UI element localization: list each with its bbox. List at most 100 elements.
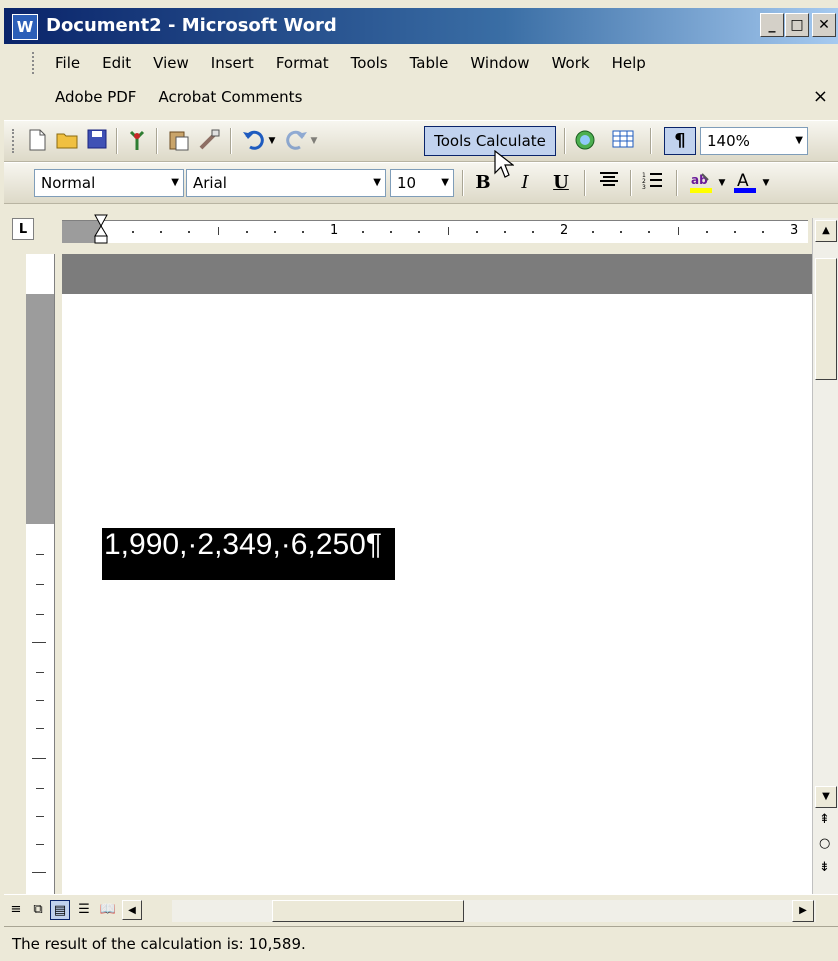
redo-icon[interactable] [284,128,310,154]
chevron-down-icon[interactable]: ▼ [171,170,179,196]
menu-view[interactable]: View [142,50,200,76]
word-window: W Document2 - Microsoft Word _ □ ✕ File … [0,0,838,961]
underline-button[interactable]: U [548,170,574,196]
menu-acrobat-comments[interactable]: Acrobat Comments [147,84,313,110]
horizontal-scroll-thumb[interactable] [272,900,464,922]
ruler-dot [160,231,162,233]
menu-tools[interactable]: Tools [340,50,399,76]
vertical-scroll-thumb[interactable] [815,258,837,380]
open-folder-icon[interactable] [54,128,80,154]
ruler-dot [706,231,708,233]
horizontal-ruler[interactable]: 1 2 3 [62,220,808,243]
formatting-toolbar: Normal ▼ Arial ▼ 10 ▼ B I U 123 ab ▼ A ▼ [4,162,838,204]
standard-toolbar: ▼ ▼ Tools Calculate ¶ 140% ▼ [4,120,838,162]
font-combo[interactable]: Arial ▼ [186,169,386,197]
toolbar-separator [630,170,632,196]
ruler-tick [32,758,46,759]
highlight-dropdown-icon[interactable]: ▼ [716,170,728,196]
paste-icon[interactable] [166,128,192,154]
horizontal-ruler-area: L 1 2 3 [4,210,838,254]
research-icon[interactable] [124,128,150,154]
print-layout-icon[interactable]: ▤ [50,900,70,920]
ruler-tick [36,554,44,555]
page-top-margin-area [62,254,812,294]
horizontal-scrollbar[interactable]: ▶ [172,900,816,922]
mouse-cursor-icon [494,150,514,178]
tools-calculate-button[interactable]: Tools Calculate [424,126,556,156]
undo-dropdown-icon[interactable]: ▼ [266,128,278,154]
highlight-icon[interactable]: ab [688,170,714,196]
ruler-dot [762,231,764,233]
menu-format[interactable]: Format [265,50,340,76]
new-document-icon[interactable] [24,128,50,154]
font-color-icon[interactable]: A [732,170,758,196]
next-page-icon[interactable]: ⇟ [819,860,830,875]
ruler-tick [36,700,44,701]
menu-grip[interactable] [32,52,38,74]
vertical-scrollbar[interactable]: ▲ ▼ ⇞ ○ ⇟ [812,218,838,894]
tab-selector[interactable]: L [12,218,34,240]
toolbar-grip[interactable] [12,129,18,153]
scroll-down-button[interactable]: ▼ [815,786,837,808]
menu-table[interactable]: Table [399,50,460,76]
menu-help[interactable]: Help [601,50,657,76]
menu-insert[interactable]: Insert [200,50,265,76]
chevron-down-icon[interactable]: ▼ [441,170,449,196]
title-bar[interactable]: W Document2 - Microsoft Word _ □ ✕ [4,8,838,44]
redo-dropdown-icon[interactable]: ▼ [308,128,320,154]
ruler-dot [734,231,736,233]
close-button[interactable]: ✕ [812,13,836,37]
selected-numbers-text[interactable]: 1,990,·2,349,·6,250¶ [102,528,395,580]
word-app-icon[interactable]: W [12,14,38,40]
undo-icon[interactable] [240,128,266,154]
ruler-tick [36,788,44,789]
style-value: Normal [41,174,96,192]
ruler-dot [418,231,420,233]
bold-button[interactable]: B [470,170,496,196]
font-size-combo[interactable]: 10 ▼ [390,169,454,197]
ruler-tick [36,816,44,817]
maximize-icon: □ [790,17,804,33]
ruler-tick [36,672,44,673]
document-page[interactable] [62,294,812,894]
chevron-down-icon[interactable]: ▼ [795,128,803,154]
zoom-combo[interactable]: 140% ▼ [700,127,808,155]
ruler-dot [504,231,506,233]
italic-button[interactable]: I [512,170,538,196]
chevron-down-icon[interactable]: ▼ [373,170,381,196]
svg-text:3: 3 [642,184,646,190]
svg-text:ab: ab [691,173,708,187]
menu-edit[interactable]: Edit [91,50,142,76]
save-icon[interactable] [84,128,110,154]
maximize-button[interactable]: □ [785,13,809,37]
hyperlink-icon[interactable] [572,128,598,154]
menu-adobe-pdf[interactable]: Adobe PDF [44,84,147,110]
previous-page-icon[interactable]: ⇞ [819,812,830,827]
numbering-icon[interactable]: 123 [640,170,666,196]
menu-work[interactable]: Work [541,50,601,76]
outline-view-icon[interactable]: ☰ [74,900,94,920]
align-center-icon[interactable] [596,170,622,196]
ruler-dot [302,231,304,233]
select-browse-object-icon[interactable]: ○ [819,836,830,851]
toolbar-separator [462,170,464,196]
scroll-left-button[interactable]: ◀ [122,900,142,920]
scroll-up-button[interactable]: ▲ [815,220,837,242]
minimize-button[interactable]: _ [760,13,784,37]
font-value: Arial [193,174,227,192]
indent-marker-icon[interactable] [94,214,108,244]
menu-window[interactable]: Window [459,50,540,76]
close-document-icon[interactable]: × [813,86,828,107]
show-hide-formatting-button[interactable]: ¶ [664,127,696,155]
reading-layout-icon[interactable]: 📖 [98,900,118,920]
web-layout-icon[interactable]: ⧉ [28,900,48,920]
vertical-ruler[interactable] [26,254,55,894]
menu-file[interactable]: File [44,50,91,76]
font-color-dropdown-icon[interactable]: ▼ [760,170,772,196]
ruler-tick [36,728,44,729]
table-icon[interactable] [610,128,636,154]
scroll-right-button[interactable]: ▶ [792,900,814,922]
style-combo[interactable]: Normal ▼ [34,169,184,197]
normal-view-icon[interactable]: ≡ [6,900,26,920]
format-painter-icon[interactable] [196,128,222,154]
